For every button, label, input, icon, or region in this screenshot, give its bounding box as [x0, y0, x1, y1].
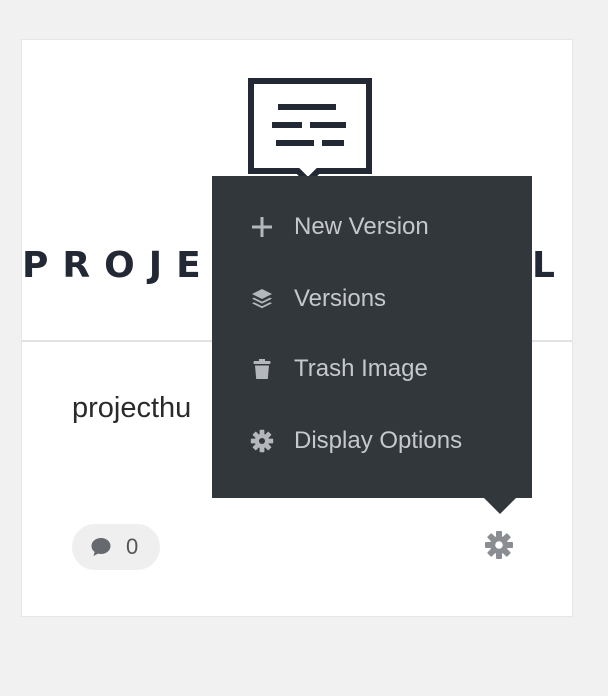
gear-icon	[250, 429, 274, 453]
trash-icon	[253, 359, 271, 379]
image-title[interactable]: projecthu	[72, 392, 191, 425]
comments-badge[interactable]: 0	[72, 524, 160, 570]
chat-document-logo-icon	[248, 78, 372, 182]
menu-item-display-options[interactable]: Display Options	[212, 411, 532, 471]
menu-item-label: New Version	[294, 213, 429, 240]
menu-item-versions[interactable]: Versions	[212, 269, 532, 329]
plus-icon	[252, 217, 272, 237]
gear-icon[interactable]	[484, 530, 514, 560]
comment-count: 0	[126, 534, 139, 559]
menu-item-label: Versions	[294, 285, 387, 312]
menu-item-trash-image[interactable]: Trash Image	[212, 339, 532, 399]
image-options-menu: New Version Versions Trash Image Display…	[212, 176, 532, 514]
layers-icon	[252, 289, 272, 309]
menu-item-label: Trash Image	[294, 355, 428, 382]
logo-wordmark-right: L	[532, 245, 555, 286]
menu-item-label: Display Options	[294, 427, 463, 454]
logo-wordmark-left: PROJE	[22, 245, 215, 286]
comment-icon	[91, 538, 111, 556]
menu-item-new-version[interactable]: New Version	[212, 197, 532, 257]
